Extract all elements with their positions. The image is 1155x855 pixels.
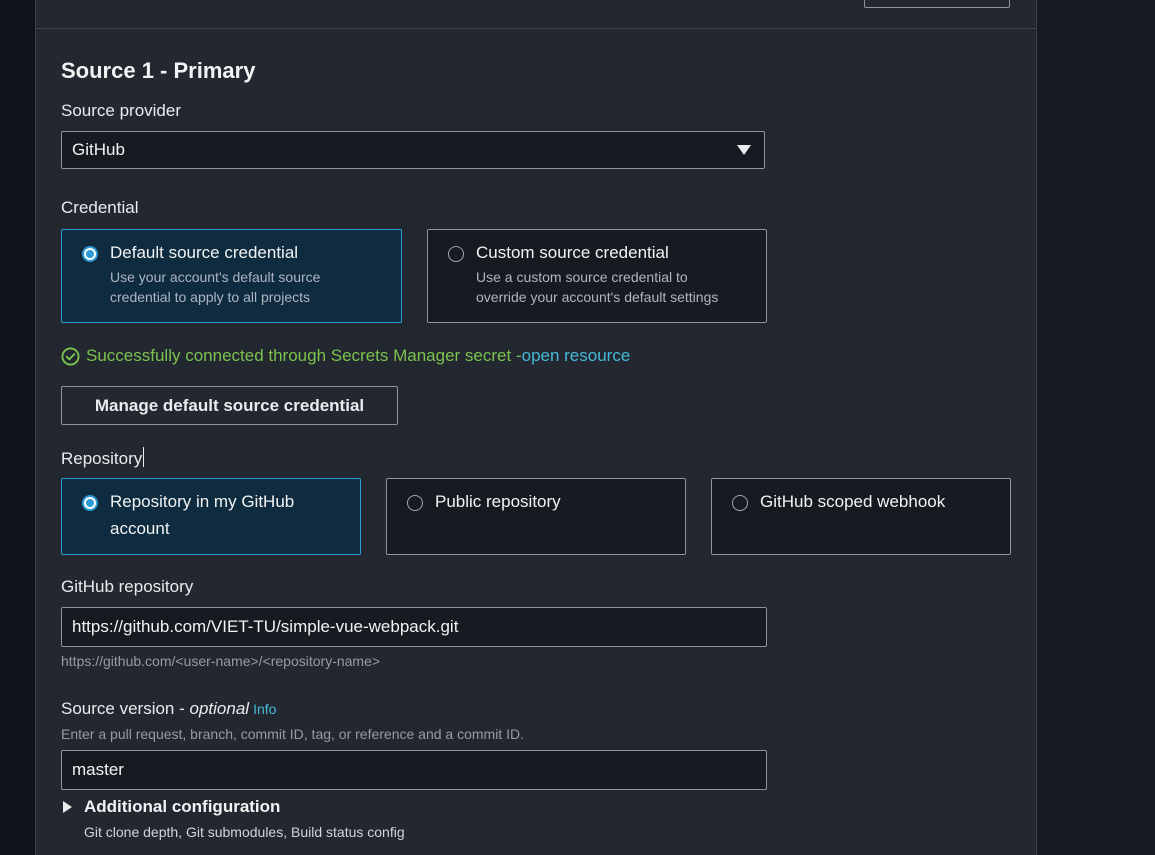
radio-my-github[interactable]: [82, 495, 98, 511]
additional-configuration-toggle[interactable]: Additional configuration: [61, 797, 280, 817]
radio-scoped-webhook[interactable]: [732, 495, 748, 511]
source-provider-value: GitHub: [72, 140, 125, 159]
repository-option-title: GitHub scoped webhook: [760, 492, 946, 511]
section-title: Source 1 - Primary: [61, 58, 256, 83]
credential-option-description: Use your account's default source: [110, 269, 321, 285]
radio-custom-credential[interactable]: [448, 246, 464, 262]
caret-right-icon: [63, 801, 72, 813]
credential-status: Successfully connected through Secrets M…: [61, 346, 630, 366]
credential-option-description: credential to apply to all projects: [110, 289, 310, 305]
additional-configuration-title: Additional configuration: [84, 797, 281, 816]
credential-option-title: Custom source credential: [476, 243, 669, 262]
github-repository-label: GitHub repository: [61, 577, 194, 596]
optional-tag: optional: [189, 699, 250, 718]
caret-down-icon: [737, 145, 751, 155]
check-circle-icon: [61, 346, 80, 366]
radio-public-repository[interactable]: [407, 495, 423, 511]
source-version-label: Source version - optional Info: [61, 699, 276, 719]
source-version-value: master: [72, 760, 124, 779]
page: Source 1 - Primary Source provider GitHu…: [0, 0, 1155, 855]
repository-option-title: Repository in my GitHub: [110, 492, 295, 511]
status-text: Successfully connected through Secrets M…: [86, 346, 522, 365]
section-divider: [36, 28, 1036, 29]
repository-label: Repository: [61, 447, 145, 469]
repository-option-scoped-webhook[interactable]: GitHub scoped webhook: [711, 478, 1011, 555]
credential-option-description: override your account's default settings: [476, 289, 719, 305]
repository-option-title: account: [110, 519, 170, 538]
credential-label: Credential: [61, 198, 139, 217]
background-strip: [1035, 0, 1155, 855]
top-button-partial[interactable]: [864, 0, 1010, 8]
repository-label-text: Repository: [61, 449, 143, 468]
radio-default-credential[interactable]: [82, 246, 98, 262]
credential-option-description: Use a custom source credential to: [476, 269, 688, 285]
additional-configuration-description: Git clone depth, Git submodules, Build s…: [84, 824, 405, 840]
github-repository-hint: https://github.com/<user-name>/<reposito…: [61, 653, 381, 669]
source-version-description: Enter a pull request, branch, commit ID,…: [61, 726, 524, 742]
credential-option-title: Default source credential: [110, 243, 299, 262]
repository-option-public[interactable]: Public repository: [386, 478, 686, 555]
source-panel: Source 1 - Primary Source provider GitHu…: [35, 0, 1037, 855]
github-repository-input[interactable]: https://github.com/VIET-TU/simple-vue-we…: [61, 607, 767, 647]
credential-option-custom[interactable]: Custom source credential Use a custom so…: [427, 229, 767, 323]
repository-option-title: Public repository: [435, 492, 561, 511]
info-link[interactable]: Info: [253, 701, 276, 717]
source-version-input[interactable]: master: [61, 750, 767, 790]
repository-option-my-github[interactable]: Repository in my GitHub account: [61, 478, 361, 555]
open-resource-link[interactable]: open resource: [522, 346, 631, 366]
github-repository-value: https://github.com/VIET-TU/simple-vue-we…: [72, 617, 459, 636]
source-provider-label: Source provider: [61, 101, 182, 120]
source-version-label-text: Source version -: [61, 699, 190, 718]
text-cursor: [143, 447, 145, 467]
source-provider-select[interactable]: GitHub: [61, 131, 765, 169]
credential-option-default[interactable]: Default source credential Use your accou…: [61, 229, 402, 323]
manage-credential-button[interactable]: Manage default source credential: [61, 386, 398, 425]
